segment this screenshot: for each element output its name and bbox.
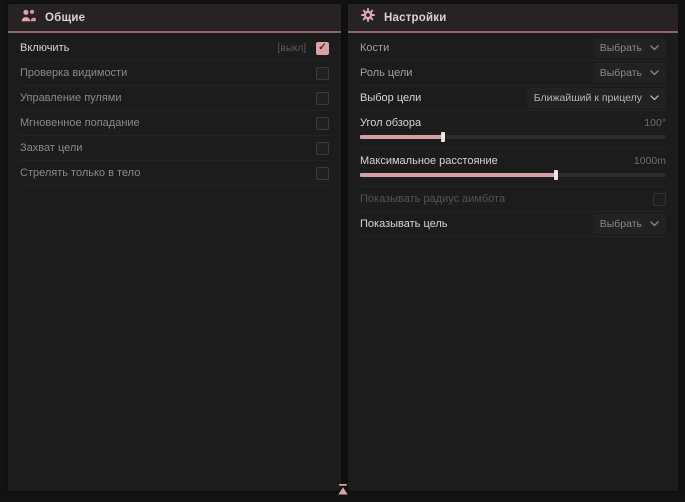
row-target-select: Выбор цели Ближайший к прицелу <box>360 86 666 111</box>
row-bullet-control-label: Управление пулями <box>20 92 122 104</box>
eject-up-icon[interactable] <box>336 482 349 500</box>
chevron-down-icon <box>650 70 659 76</box>
row-body-only-label: Стрелять только в тело <box>20 167 140 179</box>
row-instant-hit-label: Мгновенное попадание <box>20 117 140 129</box>
panel-general-body: Включить [выкл] ✓ Проверка видимости Упр… <box>8 33 341 186</box>
row-bones: Кости Выбрать <box>360 36 666 61</box>
row-fov: Угол обзора 100° <box>360 111 666 149</box>
bullet-control-checkbox[interactable] <box>316 92 329 105</box>
show-radius-checkbox[interactable] <box>653 193 666 206</box>
row-bullet-control: Управление пулями <box>20 86 329 111</box>
row-instant-hit: Мгновенное попадание <box>20 111 329 136</box>
panel-settings-body: Кости Выбрать Роль цели Выбрать Выбор це… <box>348 33 678 237</box>
target-lock-checkbox[interactable] <box>316 142 329 155</box>
fov-value: 100° <box>644 117 666 129</box>
gear-icon <box>361 8 375 27</box>
target-role-dropdown[interactable]: Выбрать <box>593 63 666 83</box>
max-distance-slider[interactable] <box>360 173 666 177</box>
row-show-target-label: Показывать цель <box>360 218 448 230</box>
row-visibility-check-label: Проверка видимости <box>20 67 127 79</box>
max-distance-slider-handle[interactable] <box>554 170 558 180</box>
panel-settings-title: Настройки <box>384 12 446 24</box>
row-enable-label: Включить <box>20 42 69 54</box>
fov-slider-head: Угол обзора 100° <box>360 115 666 131</box>
max-distance-value: 1000m <box>634 155 666 167</box>
checkmark-icon: ✓ <box>318 43 326 53</box>
row-target-lock-label: Захват цели <box>20 142 82 154</box>
instant-hit-checkbox[interactable] <box>316 117 329 130</box>
bones-dropdown[interactable]: Выбрать <box>593 38 666 58</box>
visibility-check-checkbox[interactable] <box>316 67 329 80</box>
row-max-distance-label: Максимальное расстояние <box>360 155 498 167</box>
show-target-dropdown-value: Выбрать <box>600 218 642 230</box>
panel-settings: Настройки Кости Выбрать Роль цели Выбрат… <box>348 4 678 491</box>
panel-general-header: Общие <box>8 4 341 31</box>
fov-slider[interactable] <box>360 135 666 139</box>
row-enable-controls: [выкл] ✓ <box>278 42 329 55</box>
row-show-radius-label: Показывать радиус аимбота <box>360 193 505 205</box>
row-bones-label: Кости <box>360 42 389 54</box>
row-target-role: Роль цели Выбрать <box>360 61 666 86</box>
row-show-radius: Показывать радиус аимбота <box>360 187 666 212</box>
chevron-down-icon <box>650 95 659 101</box>
row-enable: Включить [выкл] ✓ <box>20 36 329 61</box>
fov-slider-fill <box>360 135 443 139</box>
panel-settings-header: Настройки <box>348 4 678 31</box>
keybind-hint: [выкл] <box>278 43 306 54</box>
fov-slider-handle[interactable] <box>441 132 445 142</box>
row-target-role-label: Роль цели <box>360 67 412 79</box>
max-distance-slider-fill <box>360 173 556 177</box>
aimbot-menu: Общие Включить [выкл] ✓ Проверка видимос… <box>0 0 685 502</box>
target-select-dropdown-value: Ближайший к прицелу <box>534 92 642 104</box>
body-only-checkbox[interactable] <box>316 167 329 180</box>
row-body-only: Стрелять только в тело <box>20 161 329 186</box>
max-distance-slider-head: Максимальное расстояние 1000m <box>360 153 666 169</box>
panel-general: Общие Включить [выкл] ✓ Проверка видимос… <box>8 4 341 491</box>
show-target-dropdown[interactable]: Выбрать <box>593 214 666 234</box>
users-icon <box>21 9 36 27</box>
row-visibility-check: Проверка видимости <box>20 61 329 86</box>
row-fov-label: Угол обзора <box>360 117 421 129</box>
enable-checkbox[interactable]: ✓ <box>316 42 329 55</box>
row-show-target: Показывать цель Выбрать <box>360 212 666 237</box>
target-select-dropdown[interactable]: Ближайший к прицелу <box>527 88 666 108</box>
target-role-dropdown-value: Выбрать <box>600 67 642 79</box>
row-target-select-label: Выбор цели <box>360 92 421 104</box>
row-max-distance: Максимальное расстояние 1000m <box>360 149 666 187</box>
row-target-lock: Захват цели <box>20 136 329 161</box>
panel-general-title: Общие <box>45 12 85 24</box>
bones-dropdown-value: Выбрать <box>600 42 642 54</box>
chevron-down-icon <box>650 45 659 51</box>
chevron-down-icon <box>650 221 659 227</box>
